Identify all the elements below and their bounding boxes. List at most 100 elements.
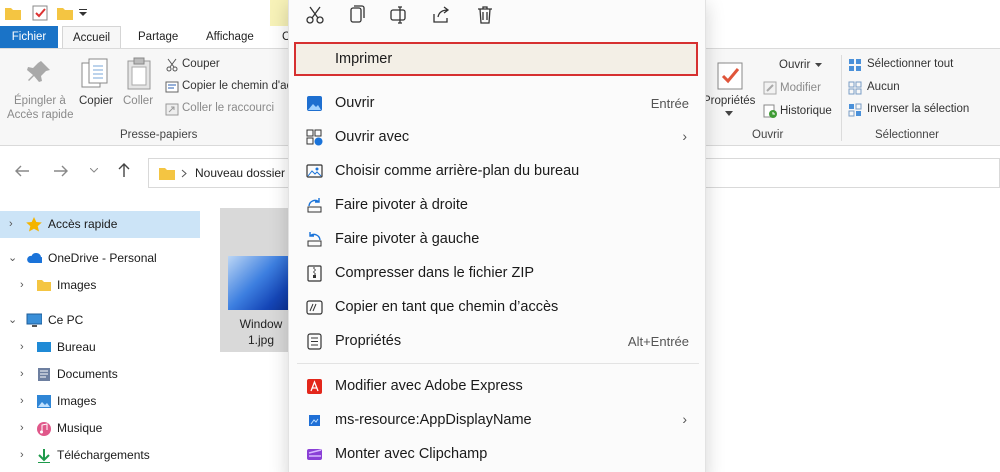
paste-icon xyxy=(127,57,151,90)
tree-label-this-pc: Ce PC xyxy=(48,313,84,327)
menu-item-compress-zip[interactable]: Compresser dans le fichier ZIP xyxy=(289,256,707,290)
share-icon[interactable] xyxy=(431,5,451,25)
rename-icon[interactable] xyxy=(389,5,409,25)
tree-item-quick-access[interactable]: › Accès rapide xyxy=(0,211,200,238)
chevron-right-icon[interactable]: › xyxy=(20,388,24,415)
back-arrow-icon[interactable] xyxy=(14,164,30,178)
menu-item-rotate-left[interactable]: Faire pivoter à gauche xyxy=(289,222,707,256)
cut-button[interactable]: Couper xyxy=(182,58,220,70)
pin-label-line2[interactable]: Accès rapide xyxy=(7,109,73,121)
open-with-icon xyxy=(306,129,323,146)
properties-button[interactable]: Propriétés xyxy=(703,95,755,107)
menu-label-print: Imprimer xyxy=(335,51,393,67)
tab-view[interactable]: Affichage xyxy=(196,26,264,48)
tree-item-downloads[interactable]: › Téléchargements xyxy=(0,442,200,469)
pin-icon xyxy=(27,61,50,82)
menu-label-adobe-express: Modifier avec Adobe Express xyxy=(335,378,523,394)
tree-label-downloads: Téléchargements xyxy=(57,448,150,462)
chevron-right-icon[interactable]: › xyxy=(20,442,24,469)
chevron-down-icon[interactable]: ⌄ xyxy=(8,307,17,334)
tree-item-music[interactable]: › Musique xyxy=(0,415,200,442)
tree-item-onedrive-images[interactable]: › Images xyxy=(0,272,200,299)
open-dropdown-icon[interactable] xyxy=(815,63,822,68)
ribbon-separator xyxy=(841,55,842,141)
tree-item-onedrive[interactable]: ⌄ OneDrive - Personal xyxy=(0,245,200,272)
menu-item-clipchamp[interactable]: Monter avec Clipchamp xyxy=(289,437,707,471)
copy-path-button[interactable]: Copier le chemin d'ac xyxy=(182,80,292,92)
open-button[interactable]: Ouvrir xyxy=(779,59,810,71)
computer-icon xyxy=(26,313,42,327)
breadcrumb-chevron-icon[interactable] xyxy=(181,169,187,178)
menu-item-properties[interactable]: Propriétés Alt+Entrée xyxy=(289,324,707,358)
breadcrumb-current-folder[interactable]: Nouveau dossier xyxy=(195,166,285,180)
tree-item-desktop[interactable]: › Bureau xyxy=(0,334,200,361)
new-folder-icon[interactable] xyxy=(56,5,74,21)
tab-home[interactable]: Accueil xyxy=(62,26,122,48)
up-arrow-icon[interactable] xyxy=(117,162,131,178)
menu-item-open[interactable]: Ouvrir Entrée xyxy=(289,86,707,120)
select-none-button[interactable]: Aucun xyxy=(867,81,900,93)
pin-label-line1[interactable]: Épingler à xyxy=(14,95,66,107)
menu-shortcut-properties: Alt+Entrée xyxy=(627,334,689,349)
select-group-label: Sélectionner xyxy=(875,129,939,141)
customize-toolbar-icon[interactable] xyxy=(78,5,88,21)
copy-button[interactable]: Copier xyxy=(79,95,113,107)
chevron-right-icon[interactable]: › xyxy=(20,415,24,442)
chevron-down-icon[interactable]: ⌄ xyxy=(8,245,17,272)
folder-icon xyxy=(5,8,21,20)
tree-label-quick-access: Accès rapide xyxy=(48,217,118,231)
tree-label-documents: Documents xyxy=(57,367,118,381)
menu-item-rotate-right[interactable]: Faire pivoter à droite xyxy=(289,188,707,222)
history-button[interactable]: Historique xyxy=(780,105,832,117)
tree-item-images[interactable]: › Images xyxy=(0,388,200,415)
paste-shortcut-icon xyxy=(165,103,179,116)
edit-icon xyxy=(763,81,777,95)
chevron-right-icon[interactable]: › xyxy=(20,361,24,388)
chevron-right-icon[interactable]: › xyxy=(9,211,13,238)
navigation-tree: › Accès rapide ⌄ OneDrive - Personal › I… xyxy=(0,200,206,472)
select-all-button[interactable]: Sélectionner tout xyxy=(867,58,953,70)
tree-label-onedrive-images: Images xyxy=(57,278,97,292)
forward-arrow-icon[interactable] xyxy=(53,164,69,178)
chevron-down-icon[interactable] xyxy=(725,111,733,117)
properties-icon xyxy=(717,62,743,90)
edit-button[interactable]: Modifier xyxy=(780,82,821,94)
cut-icon[interactable] xyxy=(305,5,325,25)
tree-item-documents[interactable]: › Documents xyxy=(0,361,200,388)
menu-item-set-wallpaper[interactable]: Choisir comme arrière-plan du bureau xyxy=(289,154,707,188)
menu-item-print[interactable]: Imprimer xyxy=(294,42,698,76)
tab-share[interactable]: Partage xyxy=(128,26,188,48)
menu-item-copy-path[interactable]: Copier en tant que chemin d’accès xyxy=(289,290,707,324)
recent-locations-chevron-icon[interactable] xyxy=(90,168,98,174)
copy-icon[interactable] xyxy=(347,5,367,25)
menu-item-adobe-express[interactable]: Modifier avec Adobe Express xyxy=(289,369,707,403)
copy-path-icon xyxy=(165,81,179,93)
open-group-label: Ouvrir xyxy=(752,129,784,141)
submenu-arrow-icon: › xyxy=(682,411,687,427)
history-icon xyxy=(763,104,777,118)
tree-label-onedrive: OneDrive - Personal xyxy=(48,251,157,265)
wallpaper-icon xyxy=(306,164,323,178)
select-none-icon xyxy=(848,81,862,95)
invert-selection-icon xyxy=(848,103,862,117)
delete-icon[interactable] xyxy=(475,5,495,25)
properties-check-icon[interactable] xyxy=(32,5,48,21)
chevron-right-icon[interactable]: › xyxy=(20,334,24,361)
tree-label-images: Images xyxy=(57,394,97,408)
invert-selection-button[interactable]: Inverser la sélection xyxy=(867,103,969,115)
app-icon xyxy=(309,415,320,426)
chevron-right-icon[interactable]: › xyxy=(20,272,24,299)
copy-icon xyxy=(81,58,108,88)
rotate-left-icon xyxy=(307,232,322,247)
paste-shortcut-button[interactable]: Coller le raccourci xyxy=(182,102,274,114)
menu-item-ms-resource[interactable]: ms-resource:AppDisplayName › xyxy=(289,403,707,437)
copy-as-path-icon xyxy=(306,300,323,315)
menu-item-open-with[interactable]: Ouvrir avec › xyxy=(289,120,707,154)
menu-label-open-with: Ouvrir avec xyxy=(335,129,410,145)
tree-item-this-pc[interactable]: ⌄ Ce PC xyxy=(0,307,200,334)
tab-file[interactable]: Fichier xyxy=(0,26,58,48)
adobe-icon xyxy=(307,379,322,394)
paste-button[interactable]: Coller xyxy=(123,95,153,107)
download-icon xyxy=(38,449,50,463)
document-icon xyxy=(38,368,50,381)
